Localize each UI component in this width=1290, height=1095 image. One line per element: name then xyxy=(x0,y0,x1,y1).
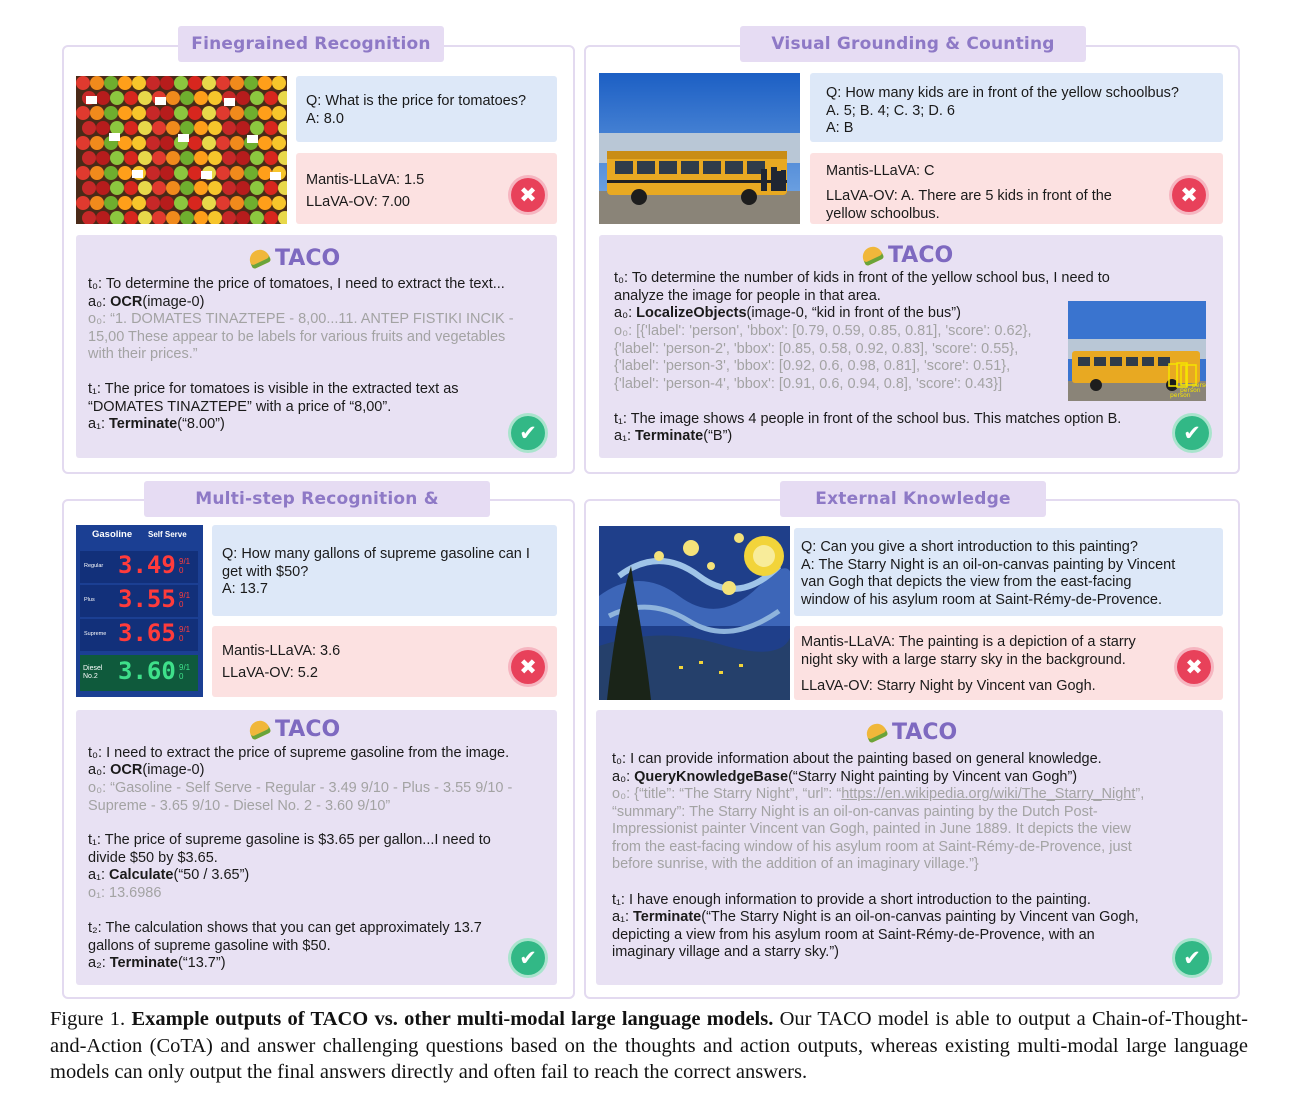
wrong-icon: ✖ xyxy=(1177,650,1211,684)
question-text: Q: Can you give a short introduction to … xyxy=(801,539,1176,608)
observation-0: o₀: {“title”: “The Starry Night”, “url”:… xyxy=(612,786,1145,873)
action-1: a₁: Calculate(“50 / 3.65”) xyxy=(88,867,250,883)
schoolbus-image xyxy=(599,73,800,224)
check-icon: ✔ xyxy=(511,416,545,450)
taco-icon xyxy=(859,243,885,267)
starry-night-image xyxy=(599,526,790,700)
mantis-answer: Mantis-LLaVA: The painting is a depictio… xyxy=(801,634,1136,668)
wrong-icon: ✖ xyxy=(511,650,545,684)
action-2: a₂: Terminate(“13.7”) xyxy=(88,955,226,971)
gas-price-sign-image: Gasoline Self Serve Regular 3.49 9/10 Pl… xyxy=(76,525,203,697)
thought-1: t₁: The price for tomatoes is visible in… xyxy=(88,381,459,415)
question-text: Q: How many gallons of supreme gasoline … xyxy=(222,546,530,598)
caption-title: Example outputs of TACO vs. other multi-… xyxy=(131,1008,774,1030)
taco-icon xyxy=(246,246,272,270)
observation-0: o₀: “1. DOMATES TINAZTEPE - 8,00...11. A… xyxy=(88,311,514,363)
question-text: Q: What is the price for tomatoes? xyxy=(306,93,527,109)
sign-row: Supreme 3.65 9/10 xyxy=(80,619,198,651)
mantis-answer: Mantis-LLaVA: C xyxy=(826,163,935,179)
bbox-label: person xyxy=(1170,392,1191,399)
sign-row: Diesel No.2 3.60 9/10 xyxy=(80,655,198,691)
figure-caption: Figure 1. Example outputs of TACO vs. ot… xyxy=(50,1006,1248,1086)
observation-0: o₀: [{'label': 'person', 'bbox': [0.79, … xyxy=(614,323,1032,392)
caption-label: Figure 1. xyxy=(50,1008,132,1030)
sign-header: Gasoline Self Serve xyxy=(92,529,187,540)
action-1: a₁: Terminate(“The Starry Night is an oi… xyxy=(612,909,1139,961)
observation-1: o₁: 13.6986 xyxy=(88,885,162,901)
tab-visual-grounding: Visual Grounding & Counting xyxy=(740,26,1086,62)
taco-heading: TACO xyxy=(863,720,957,745)
check-icon: ✔ xyxy=(1175,941,1209,975)
llava-answer: LLaVA-OV: 5.2 xyxy=(222,665,318,681)
check-icon: ✔ xyxy=(511,941,545,975)
schoolbus-detection-image: personpersonperson xyxy=(1068,301,1206,401)
sign-row: Regular 3.49 9/10 xyxy=(80,551,198,583)
question-text: Q: How many kids are in front of the yel… xyxy=(826,85,1179,137)
wikipedia-link[interactable]: https://en.wikipedia.org/wiki/The_Starry… xyxy=(841,786,1135,802)
baseline-box xyxy=(212,626,557,697)
wrong-icon: ✖ xyxy=(511,178,545,212)
tab-multistep: Multi-step Recognition & Reasoning xyxy=(144,481,490,545)
mantis-answer: Mantis-LLaVA: 1.5 xyxy=(306,172,425,188)
sign-row: Plus 3.55 9/10 xyxy=(80,585,198,617)
wrong-icon: ✖ xyxy=(1172,178,1206,212)
taco-icon xyxy=(863,720,889,744)
thought-1: t₁: I have enough information to provide… xyxy=(612,892,1091,908)
check-icon: ✔ xyxy=(1175,416,1209,450)
action-0: a₀: QueryKnowledgeBase(“Starry Night pai… xyxy=(612,769,1078,785)
thought-1: t₁: The image shows 4 people in front of… xyxy=(614,411,1122,427)
thought-0: t₀: I need to extract the price of supre… xyxy=(88,745,510,761)
fruit-market-image xyxy=(76,76,287,224)
mantis-answer: Mantis-LLaVA: 3.6 xyxy=(222,643,341,659)
llava-answer: LLaVA-OV: 7.00 xyxy=(306,194,410,210)
thought-0: t₀: To determine the number of kids in f… xyxy=(614,270,1110,304)
llava-answer: LLaVA-OV: Starry Night by Vincent van Go… xyxy=(801,678,1096,694)
thought-0: t₀: To determine the price of tomatoes, … xyxy=(88,276,505,292)
observation-0: o₀: “Gasoline - Self Serve - Regular - 3… xyxy=(88,780,513,814)
taco-heading: TACO xyxy=(859,243,953,268)
tab-finegrained: Finegrained Recognition xyxy=(178,26,444,62)
answer-text: A: 8.0 xyxy=(306,111,344,127)
taco-icon xyxy=(246,717,272,741)
llava-answer: LLaVA-OV: A. There are 5 kids in front o… xyxy=(826,188,1112,222)
tab-external-knowledge: External Knowledge xyxy=(780,481,1046,517)
action-0: a₀: OCR(image-0) xyxy=(88,294,205,310)
thought-0: t₀: I can provide information about the … xyxy=(612,751,1102,767)
action-1: a₁: Terminate(“8.00”) xyxy=(88,416,225,432)
taco-heading: TACO xyxy=(246,717,340,742)
thought-2: t₂: The calculation shows that you can g… xyxy=(88,920,482,954)
action-0: a₀: LocalizeObjects(image-0, “kid in fro… xyxy=(614,305,961,321)
action-0: a₀: OCR(image-0) xyxy=(88,762,205,778)
action-1: a₁: Terminate(“B”) xyxy=(614,428,733,444)
taco-heading: TACO xyxy=(246,246,340,271)
thought-1: t₁: The price of supreme gasoline is $3.… xyxy=(88,832,491,866)
